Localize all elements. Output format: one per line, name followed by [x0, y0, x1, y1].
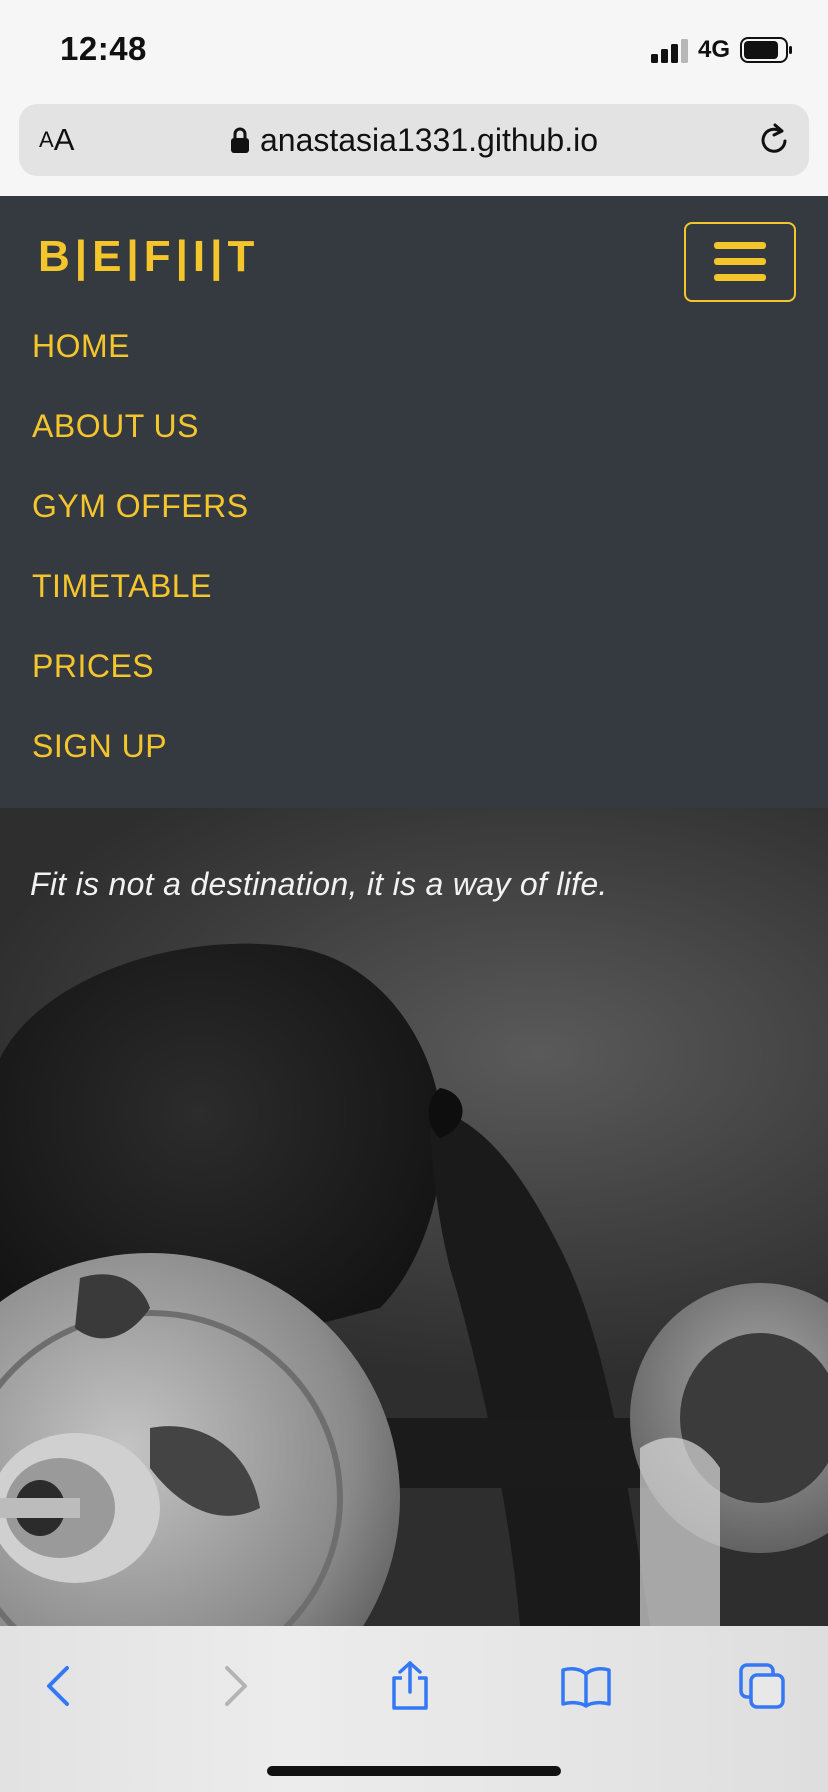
bookmarks-icon: [561, 1667, 611, 1708]
site-navbar: B|E|F|I|T HOME ABOUT US GYM OFFERS TIMET…: [0, 196, 828, 808]
lock-icon: [230, 127, 249, 153]
nav-link-about[interactable]: ABOUT US: [32, 408, 199, 445]
bookmarks-button[interactable]: [556, 1656, 616, 1716]
forward-button[interactable]: [206, 1656, 266, 1716]
url-text: anastasia1331.github.io: [259, 121, 599, 158]
share-icon: [392, 1661, 428, 1710]
nav-item-offers: GYM OFFERS: [32, 466, 249, 546]
browser-toolbar: [0, 1626, 828, 1792]
reader-view-button[interactable]: AA: [39, 104, 74, 176]
network-label: 4G: [697, 36, 730, 63]
nav-item-home: HOME: [32, 306, 249, 386]
nav-link-signup[interactable]: SIGN UP: [32, 728, 167, 765]
nav-item-signup: SIGN UP: [32, 706, 249, 786]
hero-background-photo: [0, 943, 828, 1626]
aa-large-label: A: [53, 122, 75, 157]
back-icon: [47, 1666, 69, 1706]
battery-icon: [740, 37, 792, 63]
nav-item-about: ABOUT US: [32, 386, 249, 466]
nav-item-prices: PRICES: [32, 626, 249, 706]
home-indicator: [267, 1766, 561, 1776]
hero-section: Fit is not a destination, it is a way of…: [0, 808, 828, 1626]
nav-link-offers[interactable]: GYM OFFERS: [32, 488, 249, 525]
nav-menu: HOME ABOUT US GYM OFFERS TIMETABLE PRICE…: [32, 306, 249, 786]
site-logo[interactable]: B|E|F|I|T: [38, 232, 259, 282]
tabs-button[interactable]: [732, 1656, 792, 1716]
nav-link-timetable[interactable]: TIMETABLE: [32, 568, 212, 605]
nav-item-timetable: TIMETABLE: [32, 546, 249, 626]
nav-link-home[interactable]: HOME: [32, 328, 130, 365]
signal-icon: [650, 37, 688, 63]
menu-toggle-button[interactable]: [684, 222, 796, 302]
status-bar: 12:48 4G: [0, 0, 828, 100]
back-button[interactable]: [28, 1656, 88, 1716]
reload-icon[interactable]: [755, 121, 793, 159]
status-icons: 4G: [650, 35, 794, 65]
hero-quote: Fit is not a destination, it is a way of…: [30, 866, 608, 902]
url-display: anastasia1331.github.io: [19, 104, 809, 176]
hamburger-menu-icon: [714, 242, 766, 281]
share-button[interactable]: [380, 1656, 440, 1716]
status-time: 12:48: [60, 30, 147, 67]
aa-small-label: A: [39, 127, 54, 152]
nav-link-prices[interactable]: PRICES: [32, 648, 154, 685]
address-bar[interactable]: AA anastasia1331.github.io: [19, 104, 809, 176]
tabs-icon: [739, 1663, 785, 1709]
forward-icon: [225, 1666, 247, 1706]
